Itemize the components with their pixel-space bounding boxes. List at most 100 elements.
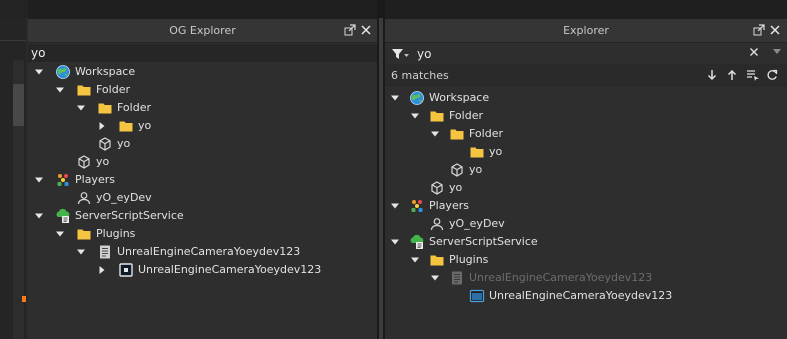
og-filter-input[interactable]: yo — [28, 44, 377, 62]
part-icon — [429, 180, 445, 196]
folder-icon — [118, 118, 134, 134]
expand-arrow-icon[interactable] — [55, 85, 65, 95]
tree-row[interactable]: Folder — [385, 125, 787, 143]
filter-funnel-icon[interactable] — [391, 48, 409, 63]
tree-item-label: yo — [117, 137, 131, 150]
explorer-panel: Explorer yo 6 matches Workspace Folder F… — [385, 0, 787, 339]
player-icon — [429, 216, 445, 232]
part-icon — [76, 154, 92, 170]
select-all-matches-icon[interactable] — [746, 69, 759, 81]
undock-icon[interactable] — [344, 24, 356, 36]
folder-icon — [449, 126, 465, 142]
explorer-titlebar: Explorer — [385, 19, 787, 43]
tree-row[interactable]: Folder — [385, 107, 787, 125]
folder-icon — [429, 108, 445, 124]
previous-match-icon[interactable] — [726, 69, 738, 81]
tree-item-label: Folder — [117, 101, 151, 114]
tree-row[interactable]: Plugins — [385, 251, 787, 269]
expand-arrow-icon[interactable] — [410, 255, 420, 265]
expand-arrow-icon[interactable] — [34, 211, 44, 221]
search-dropdown-icon[interactable] — [773, 48, 781, 57]
tree-row[interactable]: Workspace — [28, 63, 377, 81]
tree-row[interactable]: UnrealEngineCameraYoeydev123 — [385, 287, 787, 305]
expand-arrow-icon[interactable] — [430, 273, 440, 283]
tree-item-label: yo — [489, 145, 503, 158]
script-icon — [97, 244, 113, 260]
tree-item-label: Players — [429, 199, 469, 212]
expand-arrow-icon[interactable] — [410, 111, 420, 121]
workspace-icon — [55, 64, 71, 80]
explorer-search-bar[interactable]: yo — [385, 44, 787, 64]
expand-arrow-icon[interactable] — [76, 247, 86, 257]
panel-splitter[interactable] — [379, 18, 383, 339]
collapse-arrow-icon[interactable] — [97, 265, 107, 275]
script-icon — [449, 270, 465, 286]
tree-item-label: ServerScriptService — [429, 235, 538, 248]
tree-row[interactable]: yo — [385, 161, 787, 179]
collapse-arrow-icon[interactable] — [97, 121, 107, 131]
left-dock-strip — [0, 0, 28, 339]
folder-icon — [76, 82, 92, 98]
tree-row[interactable]: yo — [28, 117, 377, 135]
tree-row[interactable]: Folder — [28, 81, 377, 99]
explorer-search-input[interactable]: yo — [417, 47, 431, 61]
expand-arrow-icon[interactable] — [55, 229, 65, 239]
explorer-title: Explorer — [563, 24, 609, 37]
tree-item-label: yo — [469, 163, 483, 176]
og-explorer-panel: OG Explorer yo Workspace Folder Folder yo yo… — [28, 0, 377, 339]
left-strip-divider — [0, 40, 26, 41]
tree-row[interactable]: Plugins — [28, 225, 377, 243]
tree-item-label: yO_eyDev — [449, 217, 505, 230]
search-match-bar: 6 matches — [385, 64, 787, 86]
tree-row[interactable]: yo — [28, 135, 377, 153]
expand-arrow-icon[interactable] — [430, 129, 440, 139]
tree-item-label: Players — [75, 173, 115, 186]
panel-gap — [377, 0, 385, 339]
clear-search-icon[interactable] — [749, 46, 759, 61]
tree-item-label: Workspace — [429, 91, 490, 104]
tree-row[interactable]: Folder — [28, 99, 377, 117]
og-explorer-titlebar: OG Explorer — [28, 19, 377, 43]
tree-row[interactable]: yo — [28, 153, 377, 171]
close-icon[interactable] — [769, 24, 781, 36]
explorer-top-strip — [385, 0, 787, 19]
next-match-icon[interactable] — [706, 69, 718, 81]
workspace-icon — [409, 90, 425, 106]
tree-item-label: ServerScriptService — [75, 209, 184, 222]
tree-item-label: UnrealEngineCameraYoeydev123 — [489, 289, 673, 302]
undock-icon[interactable] — [753, 24, 765, 36]
expand-arrow-icon[interactable] — [390, 93, 400, 103]
og-explorer-tree: Workspace Folder Folder yo yo yo Players yO_eyD… — [28, 63, 377, 279]
expand-arrow-icon[interactable] — [34, 67, 44, 77]
tree-row[interactable]: Players — [28, 171, 377, 189]
tree-item-label: UnrealEngineCameraYoeydev123 — [469, 271, 653, 284]
tree-row[interactable]: yO_eyDev — [28, 189, 377, 207]
refresh-icon[interactable] — [766, 69, 778, 81]
expand-arrow-icon[interactable] — [76, 103, 86, 113]
tree-row[interactable]: UnrealEngineCameraYoeydev123 — [28, 261, 377, 279]
tree-item-label: yO_eyDev — [96, 191, 152, 204]
tree-row[interactable]: Players — [385, 197, 787, 215]
tree-item-label: Folder — [96, 83, 130, 96]
tree-row[interactable]: UnrealEngineCameraYoeydev123 — [28, 243, 377, 261]
match-count: 6 matches — [391, 69, 449, 82]
tree-row[interactable]: ServerScriptService — [385, 233, 787, 251]
players-icon — [409, 198, 425, 214]
expand-arrow-icon[interactable] — [390, 201, 400, 211]
tree-row[interactable]: yo — [385, 143, 787, 161]
tree-row[interactable]: yO_eyDev — [385, 215, 787, 233]
part-icon — [97, 136, 113, 152]
tree-row[interactable]: yo — [385, 179, 787, 197]
tree-row[interactable]: ServerScriptService — [28, 207, 377, 225]
tree-row[interactable]: UnrealEngineCameraYoeydev123 — [385, 269, 787, 287]
left-scrollbar-thumb[interactable] — [13, 84, 24, 126]
tree-item-label: yo — [96, 155, 110, 168]
folder-icon — [97, 100, 113, 116]
close-icon[interactable] — [360, 24, 372, 36]
tree-row[interactable]: Workspace — [385, 89, 787, 107]
folder-icon — [76, 226, 92, 242]
server-script-service-icon — [409, 234, 425, 250]
expand-arrow-icon[interactable] — [390, 237, 400, 247]
expand-arrow-icon[interactable] — [34, 175, 44, 185]
tree-item-label: Plugins — [96, 227, 136, 240]
